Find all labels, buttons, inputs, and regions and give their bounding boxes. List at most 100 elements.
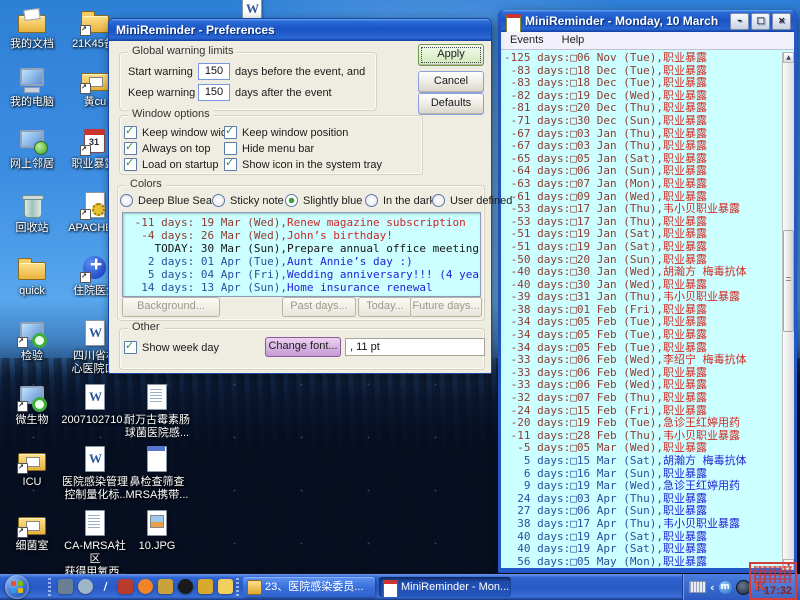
preferences-dialog-titlebar[interactable]: MiniReminder - Preferences [109,19,491,41]
desktop-icon-细菌室[interactable]: 细菌室 [0,508,66,553]
quicklaunch-qq-icon[interactable] [178,579,193,594]
apply-button[interactable]: Apply [418,44,484,66]
doc-icon [78,508,112,538]
minireminder-window: MiniReminder - Monday, 10 March – □ × Ev… [498,10,797,573]
radio-user-defined[interactable]: User defined [432,194,512,207]
desktop-icon-quick[interactable]: quick [0,253,66,298]
desktop-icon-医院感染管理[interactable]: 医院感染管理 控制量化标.. [61,444,129,502]
radio-sticky-note[interactable]: Sticky note [212,194,284,207]
scrollbar[interactable]: ▲ ▼ [782,52,794,570]
radio-circle[interactable] [285,194,298,207]
radio-circle[interactable] [432,194,445,207]
pc-green-icon [15,318,49,348]
future-days-button[interactable]: Future days... [410,297,482,317]
reminder-row-date: -82 days:□19 Dec (Wed), [504,89,663,102]
quicklaunch-folder-icon[interactable] [218,579,233,594]
show-week-day-checkbox[interactable]: Show week day [124,341,219,354]
checkbox-label: Always on top [142,143,210,155]
scrollbar-thumb[interactable] [783,230,794,332]
checkbox-box[interactable] [124,126,137,139]
quicklaunch-chart-icon[interactable] [118,579,133,594]
start-button[interactable] [5,575,29,599]
desktop-icon-我的文档[interactable]: 我的文档 [0,6,66,51]
taskbar-task-2[interactable]: MiniReminder - Mon... [379,577,511,597]
past-days-button[interactable]: Past days... [282,297,356,317]
radio-in-the-dark[interactable]: In the dark [365,194,435,207]
minireminder-titlebar[interactable]: MiniReminder - Monday, 10 March – □ × [501,10,794,32]
font-value-field[interactable]: , 11 pt [345,338,485,356]
quicklaunch-lens-icon[interactable] [78,579,93,594]
checkbox-label: Keep window width [142,127,236,139]
minimize-button[interactable]: – [730,13,749,30]
reminder-row-date: 5 days:□15 Mar (Sat), [504,454,663,467]
checkbox-box[interactable] [224,126,237,139]
today-button[interactable]: Today... [358,297,412,317]
scroll-up-icon[interactable]: ▲ [783,52,794,63]
reminder-row-date: -67 days:□03 Jan (Thu), [504,127,663,140]
desktop-icon-检验[interactable]: 检验 [0,318,66,363]
collapse-chevron-icon[interactable]: ‹ [710,581,715,594]
radio-label: User defined [450,195,512,207]
checkbox-box[interactable] [224,158,237,171]
start-warning-input[interactable]: 150 [198,63,230,80]
shortcut-arrow-icon [80,272,91,283]
cancel-button[interactable]: Cancel [418,71,484,93]
keep-warning-input[interactable]: 150 [198,84,230,101]
change-font-button[interactable]: Change font... [265,337,341,357]
desktop-icon-我的电脑[interactable]: 我的电脑 [0,64,66,109]
desktop-icon-鼻检查筛查[interactable]: 鼻检查筛查 MRSA携带... [123,444,191,502]
checkbox-keep-window-width[interactable]: Keep window width [124,126,236,139]
reminder-row-text: 韦小贝职业暴露 [663,290,740,303]
reminder-row-text: 职业暴露 [663,504,707,517]
calendar-icon [78,126,112,156]
radio-circle[interactable] [120,194,133,207]
radio-circle[interactable] [365,194,378,207]
checkbox-always-on-top[interactable]: Always on top [124,142,210,155]
reminder-row-date: -33 days:□06 Feb (Wed), [504,353,663,366]
checkbox-box[interactable] [124,341,137,354]
reminder-row-date: -38 days:□01 Feb (Fri), [504,303,663,316]
radio-circle[interactable] [212,194,225,207]
background-button[interactable]: Background... [122,297,220,317]
quicklaunch-firefox-icon[interactable] [138,579,153,594]
preview-row-text: Renew magazine subscription [287,216,466,229]
desktop-icon-2007102710..[interactable]: 2007102710.. [61,382,129,427]
quicklaunch-pen-icon[interactable]: / [98,579,113,594]
quicklaunch-lock-icon[interactable] [198,579,213,594]
checkbox-show-icon-in-the-system-tray[interactable]: Show icon in the system tray [224,158,382,171]
quicklaunch-nib-icon[interactable] [158,579,173,594]
checkbox-box[interactable] [224,142,237,155]
checkbox-hide-menu-bar[interactable]: Hide menu bar [224,142,314,155]
desktop-icon-10.JPG[interactable]: 10.JPG [123,508,191,553]
menu-events[interactable]: Events [501,32,553,49]
desktop-icon-ICU[interactable]: ICU [0,444,66,489]
maxthon-icon[interactable]: m [719,581,732,594]
quicklaunch-camera-icon[interactable] [58,579,73,594]
desktop-icon-微生物[interactable]: 微生物 [0,382,66,427]
radio-slightly-blue[interactable]: Slightly blue [285,194,362,207]
checkbox-box[interactable] [124,158,137,171]
reminder-row-text: 职业暴露 [663,164,707,177]
reminder-row-text: 职业暴露 [663,101,707,114]
checkbox-box[interactable] [124,142,137,155]
desktop-icon-回收站[interactable]: 回收站 [0,190,66,235]
shortcut-arrow-icon [17,337,28,348]
preview-row-date: -11 days: 19 Mar (Wed), [128,216,287,229]
reminder-row-text: 职业暴露 [663,530,707,543]
reminder-row-date: -34 days:□05 Feb (Tue), [504,315,663,328]
menu-help[interactable]: Help [553,32,594,49]
desktop-icon-耐万古霉素肠[interactable]: 耐万古霉素肠 球菌医院感... [123,382,191,440]
checkbox-load-on-startup[interactable]: Load on startup [124,158,218,171]
radio-deep-blue-sea[interactable]: Deep Blue Sea [120,194,212,207]
defaults-button[interactable]: Defaults [418,93,484,115]
keyboard-icon[interactable] [689,581,706,593]
checkbox-keep-window-position[interactable]: Keep window position [224,126,348,139]
taskbar-clock[interactable]: 17:32 [764,585,792,597]
taskbar-task-1[interactable]: 23、医院感染委员... [243,577,375,597]
close-button[interactable]: × [772,13,791,30]
calendar-icon [383,580,398,597]
desktop-icon-网上邻居[interactable]: 网上邻居 [0,126,66,171]
restore-button[interactable]: □ [751,13,770,30]
desktop-icon-CA-MRSA社区[interactable]: CA-MRSA社区 获得甲氧西.. [61,508,129,579]
reminder-row-date: 40 days:□19 Apr (Sat), [504,530,663,543]
